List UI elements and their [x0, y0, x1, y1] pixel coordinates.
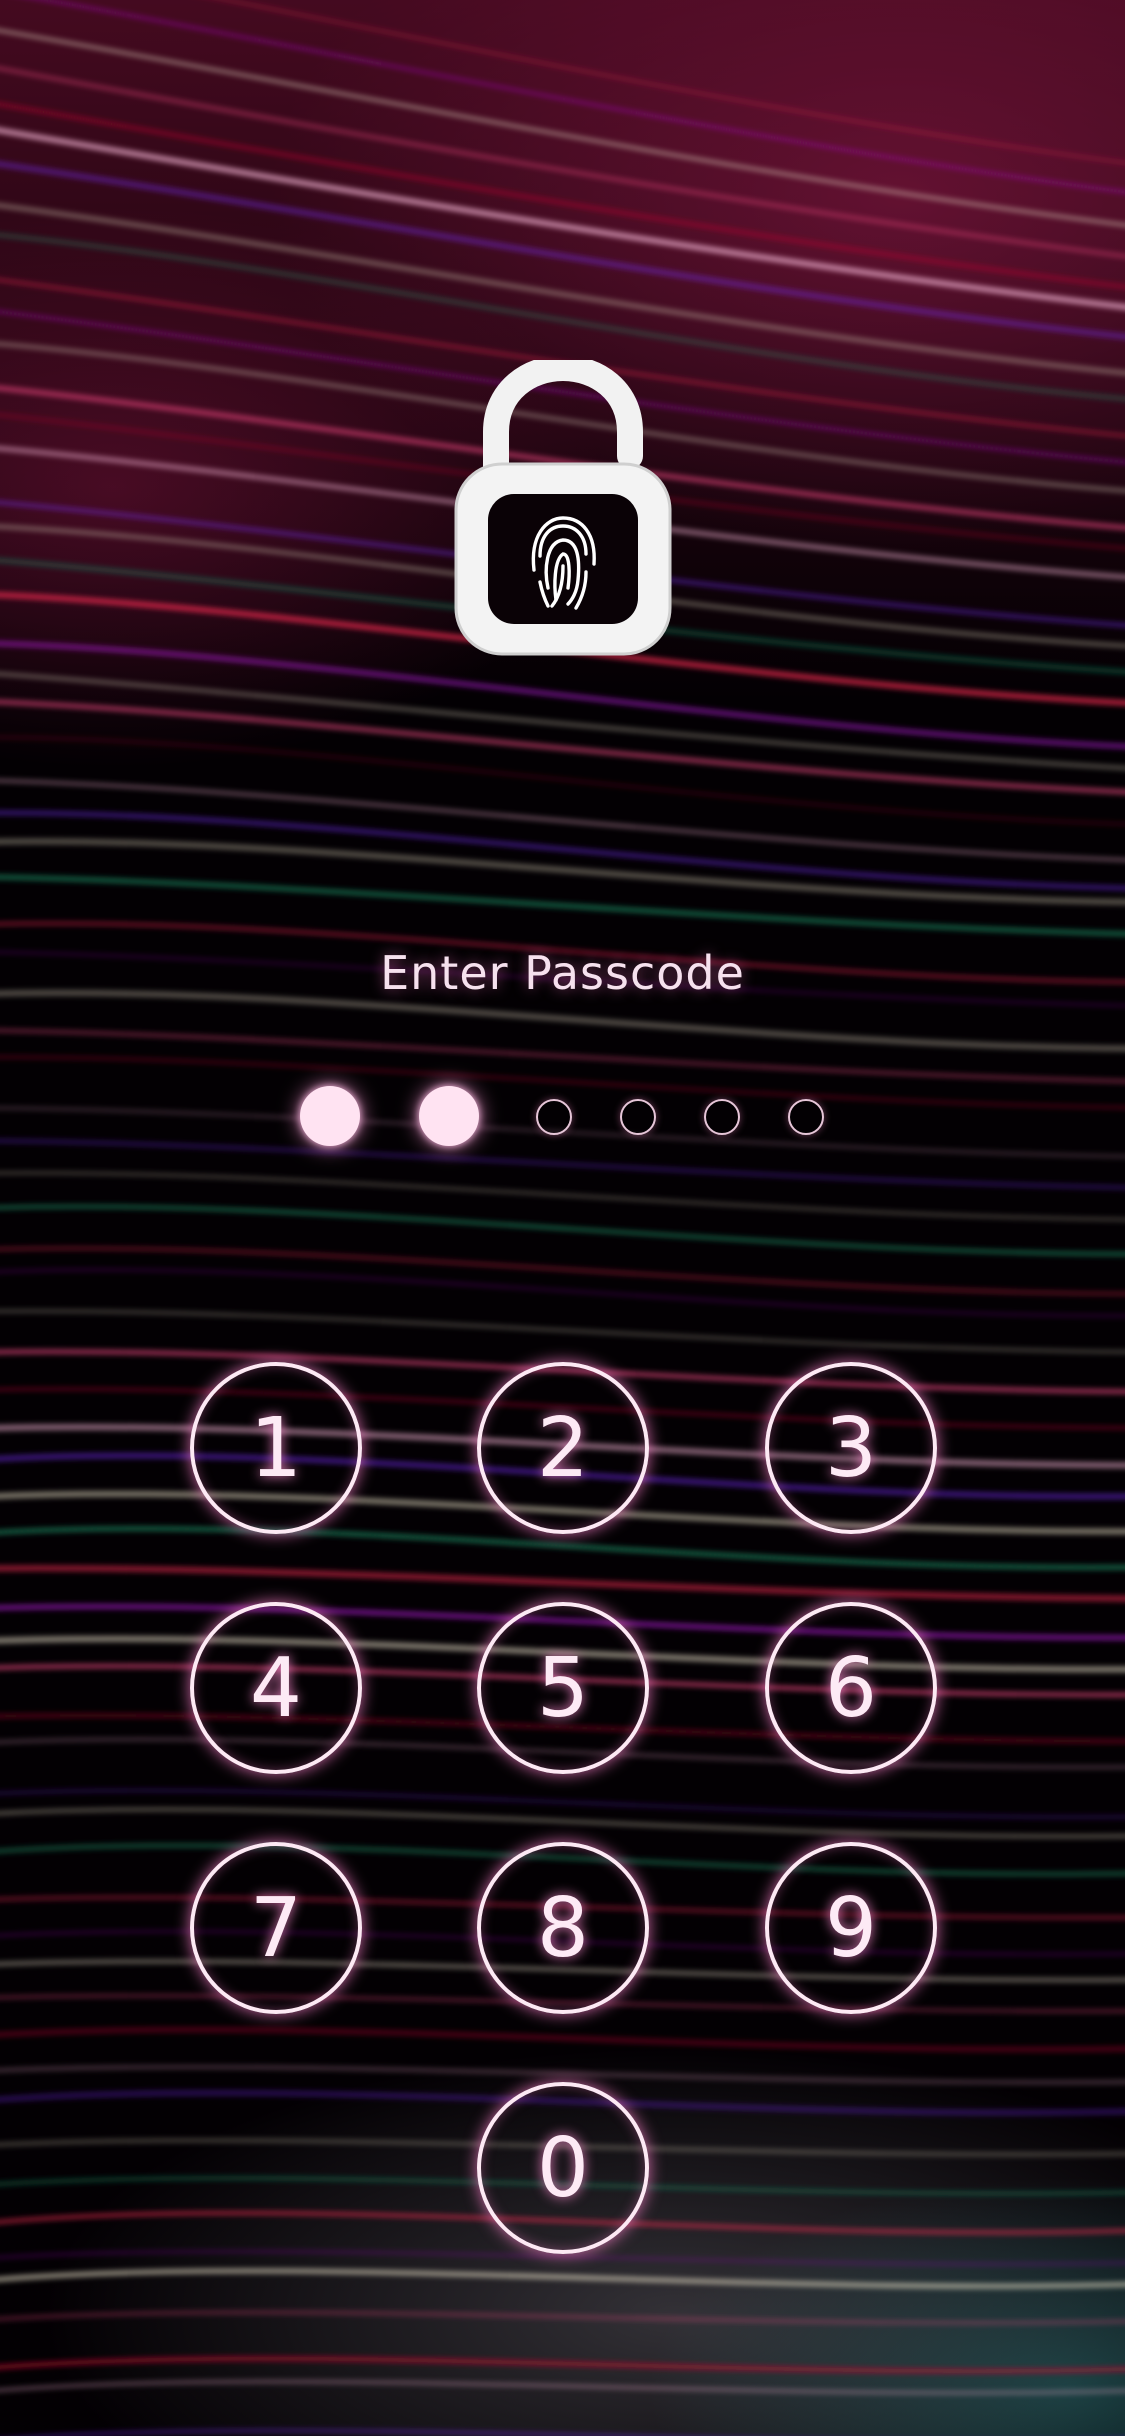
key-1[interactable]: 1: [190, 1362, 362, 1534]
wallpaper-streak: [0, 1526, 1125, 1570]
wallpaper-streak: [0, 990, 1125, 1051]
passcode-dot-empty: [536, 1099, 572, 1135]
wallpaper-streak: [0, 1205, 1125, 1256]
wallpaper-streak: [0, 2380, 1125, 2394]
wallpaper-streak: [0, 1565, 1125, 1602]
wallpaper-streak: [0, 1268, 1125, 1317]
key-8[interactable]: 8: [477, 1842, 649, 2014]
key-0[interactable]: 0: [477, 2082, 649, 2254]
key-9[interactable]: 9: [765, 1842, 937, 2014]
wallpaper-streak: [0, 1029, 1125, 1083]
key-3[interactable]: 3: [765, 1362, 937, 1534]
wallpaper-streak: [0, 1310, 1125, 1353]
key-4[interactable]: 4: [190, 1602, 362, 1774]
wallpaper-streak: [0, 2027, 1125, 2053]
key-5[interactable]: 5: [477, 1602, 649, 1774]
passcode-dot-empty: [620, 1099, 656, 1135]
key-2[interactable]: 2: [477, 1362, 649, 1534]
wallpaper-streak: [0, 1139, 1125, 1190]
wallpaper-streak: [0, 1172, 1125, 1221]
wallpaper-streak: [0, 2268, 1125, 2289]
wallpaper-streak: [0, 2311, 1125, 2325]
passcode-dot-filled: [300, 1086, 360, 1146]
wallpaper-streak: [0, 1789, 1125, 1818]
passcode-dot-empty: [704, 1099, 740, 1135]
key-7[interactable]: 7: [190, 1842, 362, 2014]
lock-screen: Enter Passcode 1 2 3 4 5 6 7 8 9 0: [0, 0, 1125, 2436]
wallpaper-streak: [0, 2356, 1125, 2374]
wallpaper-streak: [0, 2065, 1125, 2084]
wallpaper-streak: [0, 1808, 1125, 1838]
key-6[interactable]: 6: [765, 1602, 937, 1774]
wallpaper-streak: [33, 2429, 675, 2436]
page-title: Enter Passcode: [380, 946, 745, 1000]
passcode-dot-filled: [419, 1086, 479, 1146]
unlocked-padlock-icon: [454, 360, 672, 656]
passcode-dot-empty: [788, 1099, 824, 1135]
